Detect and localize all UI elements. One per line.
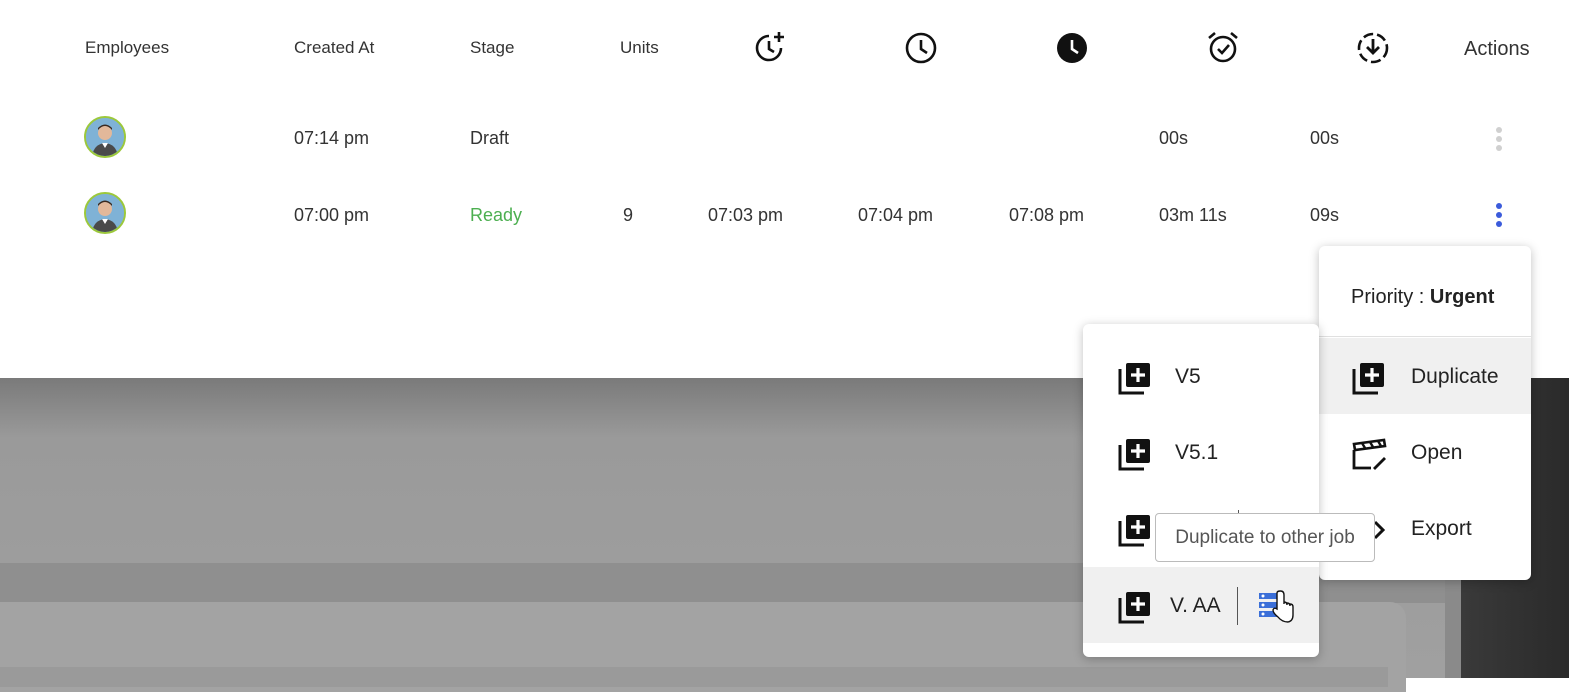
priority-value: Urgent (1429, 286, 1495, 308)
avatar (84, 192, 126, 234)
duplicate-target-label: V5.1 (1175, 441, 1219, 464)
row-menu-button[interactable] (1492, 200, 1506, 230)
library-add-icon (1118, 363, 1150, 395)
cell-duration-2: 00s (1310, 128, 1340, 148)
open-menu-item[interactable]: Open (1319, 414, 1531, 490)
library-add-icon (1118, 592, 1150, 624)
cell-duration-1: 00s (1159, 128, 1189, 148)
priority-label: Priority : (1351, 286, 1430, 308)
library-add-icon (1118, 439, 1150, 471)
duplicate-target-label: V5 (1175, 365, 1201, 388)
header-stage[interactable]: Stage (470, 38, 514, 58)
duplicate-target-item[interactable]: V5 (1083, 338, 1319, 414)
download-circle-icon[interactable] (1356, 30, 1390, 64)
priority-indicator: Priority : Urgent (1351, 286, 1494, 309)
header-created-at[interactable]: Created At (294, 38, 374, 58)
duplicate-target-item[interactable]: V5.1 (1083, 414, 1319, 490)
header-actions: Actions (1464, 38, 1530, 60)
row-menu-button[interactable] (1492, 124, 1506, 154)
library-add-icon (1118, 515, 1150, 547)
cell-units: 9 (623, 205, 634, 225)
cell-created-at: 07:00 pm (294, 205, 370, 225)
cell-time-3: 07:08 pm (1009, 205, 1085, 225)
duplicate-label: Duplicate (1411, 365, 1499, 388)
cell-time-1: 07:03 pm (708, 205, 784, 225)
menu-divider (1319, 336, 1531, 337)
clock-filled-icon[interactable] (1055, 30, 1089, 64)
library-add-icon (1352, 363, 1384, 395)
cell-stage: Draft (470, 128, 510, 148)
cell-created-at: 07:14 pm (294, 128, 370, 148)
avatar (84, 116, 126, 158)
clock-outline-icon[interactable] (904, 30, 938, 64)
duplicate-menu-item[interactable]: Duplicate (1319, 338, 1531, 414)
header-units[interactable]: Units (620, 38, 659, 58)
clapperboard-edit-icon (1352, 438, 1387, 470)
header-employees[interactable]: Employees (85, 38, 169, 58)
background-panel-inner (0, 667, 1388, 687)
cell-duration-2: 09s (1310, 205, 1340, 225)
alarm-clock-icon[interactable] (1206, 30, 1240, 64)
tooltip: Duplicate to other job (1155, 513, 1375, 562)
item-divider (1237, 587, 1238, 625)
export-label: Export (1411, 517, 1472, 540)
duplicate-target-item[interactable]: V. AA (1083, 567, 1319, 643)
cell-time-2: 07:04 pm (858, 205, 934, 225)
duplicate-target-label: V. AA (1170, 594, 1221, 617)
job-list-icon[interactable] (1257, 589, 1297, 625)
open-label: Open (1411, 441, 1463, 464)
cell-duration-1: 03m 11s (1159, 205, 1227, 225)
duplicate-submenu: V5 V5.1 V. AA (1083, 324, 1319, 657)
cell-stage: Ready (470, 205, 523, 225)
clock-plus-icon[interactable] (753, 30, 787, 64)
